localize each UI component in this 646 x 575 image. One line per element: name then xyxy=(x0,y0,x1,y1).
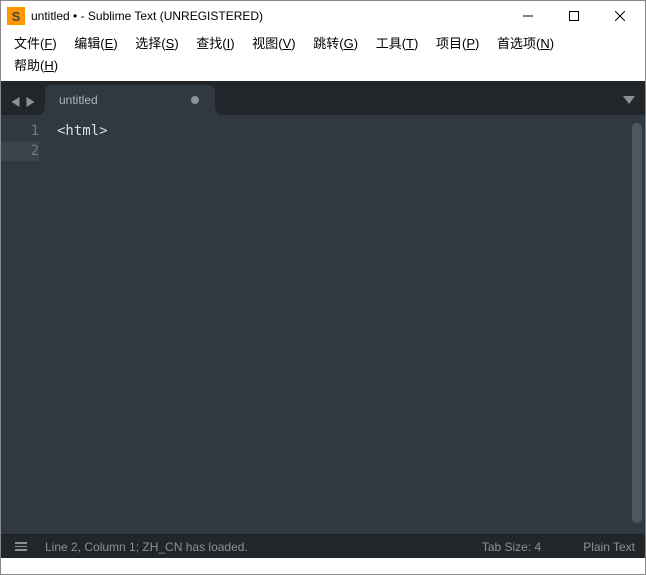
minimize-button[interactable] xyxy=(505,1,551,31)
file-tab[interactable]: untitled xyxy=(45,85,215,115)
status-position[interactable]: Line 2, Column 1; ZH_CN has loaded. xyxy=(45,540,440,554)
window-title: untitled • - Sublime Text (UNREGISTERED) xyxy=(31,9,505,23)
status-bar: Line 2, Column 1; ZH_CN has loaded. Tab … xyxy=(1,535,645,558)
menu-goto[interactable]: 跳转(G) xyxy=(306,33,365,55)
menu-view[interactable]: 视图(V) xyxy=(245,33,302,55)
app-icon: S xyxy=(7,7,25,25)
menu-find[interactable]: 查找(I) xyxy=(189,33,241,55)
tab-nav-next-icon[interactable] xyxy=(26,97,35,107)
panel-switcher-icon[interactable] xyxy=(15,542,27,551)
menu-project[interactable]: 项目(P) xyxy=(429,33,486,55)
line-number: 1 xyxy=(1,121,39,141)
tab-dropdown-icon[interactable] xyxy=(623,91,635,109)
window-titlebar: S untitled • - Sublime Text (UNREGISTERE… xyxy=(1,1,645,31)
menu-file[interactable]: 文件(F) xyxy=(7,33,64,55)
code-area[interactable]: 1 2 <html> xyxy=(1,115,645,534)
vertical-scrollbar[interactable] xyxy=(632,123,642,523)
menu-prefs[interactable]: 首选项(N) xyxy=(490,33,561,55)
dirty-indicator-icon xyxy=(191,96,199,104)
window-controls xyxy=(505,1,643,31)
tab-bar: untitled xyxy=(1,81,645,115)
line-number: 2 xyxy=(1,141,39,161)
code-content[interactable]: <html> xyxy=(49,115,645,534)
code-line: <html> xyxy=(57,121,645,141)
menu-bar: 文件(F) 编辑(E) 选择(S) 查找(I) 视图(V) 跳转(G) 工具(T… xyxy=(1,31,645,81)
status-syntax[interactable]: Plain Text xyxy=(583,540,635,554)
file-tab-label: untitled xyxy=(59,93,173,107)
editor-area: untitled 1 2 <html> Line 2, Column 1; ZH… xyxy=(1,81,645,558)
line-number-gutter: 1 2 xyxy=(1,115,49,534)
menu-edit[interactable]: 编辑(E) xyxy=(67,33,124,55)
code-line xyxy=(57,141,645,161)
menu-tools[interactable]: 工具(T) xyxy=(369,33,426,55)
tab-nav-prev-icon[interactable] xyxy=(11,97,20,107)
menu-select[interactable]: 选择(S) xyxy=(128,33,185,55)
status-tab-size[interactable]: Tab Size: 4 xyxy=(482,540,541,554)
tab-nav-arrows xyxy=(7,97,39,115)
close-button[interactable] xyxy=(597,1,643,31)
menu-help[interactable]: 帮助(H) xyxy=(7,55,65,77)
maximize-button[interactable] xyxy=(551,1,597,31)
